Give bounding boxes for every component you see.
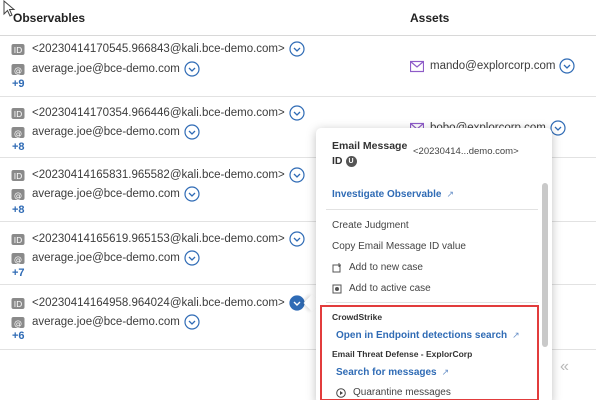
divider [326, 302, 538, 303]
email-address-icon: @ [11, 316, 25, 328]
chevron-down-icon[interactable] [289, 167, 305, 183]
email-address-icon: @ [11, 188, 25, 200]
add-to-new-case-item[interactable]: Add to new case [332, 262, 423, 273]
external-link-icon: ↗ [446, 189, 455, 199]
email-message-id-icon: ID [11, 233, 25, 245]
chevron-down-icon[interactable] [559, 58, 576, 74]
chevron-down-icon[interactable] [184, 186, 200, 202]
more-observables-link[interactable]: +8 [12, 141, 25, 153]
highlight-box [320, 305, 539, 400]
observable-email[interactable]: @ average.joe@bce-demo.com [11, 186, 200, 202]
email-address-icon: @ [11, 63, 25, 75]
add-case-icon [332, 262, 341, 272]
svg-text:@: @ [14, 319, 22, 328]
chevron-down-icon[interactable] [289, 41, 305, 57]
envelope-icon [410, 60, 424, 72]
email-message-id-icon: ID [11, 169, 25, 181]
popover-title: Email Message ID U [332, 140, 408, 167]
email-message-id-icon: ID [11, 107, 25, 119]
observable-email[interactable]: @ average.joe@bce-demo.com [11, 314, 200, 330]
observable-message-id[interactable]: ID <20230414170354.966446@kali.bce-demo.… [11, 105, 305, 121]
observable-message-id[interactable]: ID <20230414165619.965153@kali.bce-demo.… [11, 231, 305, 247]
popover-scrollbar[interactable] [542, 183, 548, 347]
chevron-down-icon[interactable] [184, 124, 200, 140]
active-case-icon [332, 284, 342, 293]
chevron-down-active-icon[interactable] [289, 295, 305, 311]
table-row: ID <20230414170545.966843@kali.bce-demo.… [0, 36, 596, 97]
create-judgment-item[interactable]: Create Judgment [332, 220, 409, 231]
observable-message-id[interactable]: ID <20230414164958.964024@kali.bce-demo.… [11, 295, 305, 311]
svg-text:ID: ID [14, 236, 23, 245]
chevron-down-icon[interactable] [184, 61, 200, 77]
chevron-down-icon[interactable] [550, 120, 566, 136]
pagination-first-button[interactable]: « [560, 358, 569, 376]
email-message-id-icon: ID [11, 43, 25, 55]
svg-text:ID: ID [14, 46, 23, 55]
copy-value-item[interactable]: Copy Email Message ID value [332, 241, 466, 252]
investigate-observable-link[interactable]: Investigate Observable ↗ [332, 189, 454, 200]
svg-text:ID: ID [14, 172, 23, 181]
add-to-active-case-item[interactable]: Add to active case [332, 283, 431, 294]
unknown-badge: U [345, 155, 357, 167]
observable-message-id[interactable]: ID <20230414165831.965582@kali.bce-demo.… [11, 167, 305, 183]
more-observables-link[interactable]: +6 [12, 330, 25, 342]
svg-text:@: @ [14, 255, 22, 264]
more-observables-link[interactable]: +8 [12, 204, 25, 216]
chevron-down-icon[interactable] [184, 314, 200, 330]
table-header: Observables Assets [0, 0, 596, 36]
email-message-id-icon: ID [11, 297, 25, 309]
asset-email[interactable]: mando@explorcorp.com [410, 58, 576, 74]
svg-text:@: @ [14, 66, 22, 75]
more-observables-link[interactable]: +9 [12, 78, 25, 90]
observable-message-id[interactable]: ID <20230414170545.966843@kali.bce-demo.… [11, 41, 305, 57]
column-header-observables[interactable]: Observables [13, 11, 85, 25]
chevron-down-icon[interactable] [184, 250, 200, 266]
svg-text:ID: ID [14, 300, 23, 309]
svg-text:ID: ID [14, 110, 23, 119]
observable-email[interactable]: @ average.joe@bce-demo.com [11, 250, 200, 266]
observable-email[interactable]: @ average.joe@bce-demo.com [11, 124, 200, 140]
chevron-down-icon[interactable] [289, 105, 305, 121]
svg-text:@: @ [14, 191, 22, 200]
divider [326, 209, 538, 210]
svg-text:@: @ [14, 129, 22, 138]
email-address-icon: @ [11, 252, 25, 264]
chevron-down-icon[interactable] [289, 231, 305, 247]
popover-observable-value: <20230414...demo.com> [413, 146, 519, 157]
more-observables-link[interactable]: +7 [12, 267, 25, 279]
column-header-assets[interactable]: Assets [410, 11, 449, 25]
observable-email[interactable]: @ average.joe@bce-demo.com [11, 61, 200, 77]
email-address-icon: @ [11, 126, 25, 138]
